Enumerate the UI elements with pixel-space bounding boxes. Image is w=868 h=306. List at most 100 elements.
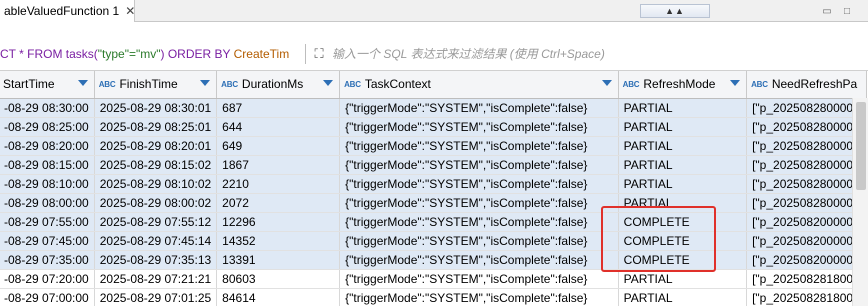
cell-starttime[interactable]: -08-29 07:35:00: [0, 250, 95, 270]
cell-starttime[interactable]: -08-29 08:15:00: [0, 155, 95, 175]
text-type-icon: ABC: [622, 79, 640, 89]
cell-durationms[interactable]: 80603: [216, 269, 341, 289]
cell-durationms[interactable]: 687: [216, 98, 341, 118]
cell-starttime[interactable]: -08-29 08:25:00: [0, 117, 95, 137]
cell-taskcontext[interactable]: {"triggerMode":"SYSTEM","isComplete":fal…: [339, 117, 619, 137]
cell-finishtime[interactable]: 2025-08-29 08:10:02: [94, 174, 218, 194]
cell-taskcontext[interactable]: {"triggerMode":"SYSTEM","isComplete":fal…: [339, 155, 619, 175]
cell-refreshmode[interactable]: PARTIAL: [618, 193, 748, 213]
cell-durationms[interactable]: 14352: [216, 231, 341, 251]
table-row[interactable]: -08-29 08:25:00 2025-08-29 08:25:01 644 {"t…: [0, 117, 867, 137]
cell-durationms[interactable]: 1867: [216, 155, 341, 175]
cell-taskcontext[interactable]: {"triggerMode":"SYSTEM","isComplete":fal…: [339, 136, 619, 156]
cell-taskcontext[interactable]: {"triggerMode":"SYSTEM","isComplete":fal…: [339, 231, 619, 251]
table-row[interactable]: -08-29 08:15:00 2025-08-29 08:15:02 1867 {"…: [0, 155, 867, 175]
cell-refreshmode[interactable]: PARTIAL: [618, 174, 748, 194]
cell-starttime[interactable]: -08-29 07:20:00: [0, 269, 95, 289]
cell-taskcontext[interactable]: {"triggerMode":"SYSTEM","isComplete":fal…: [339, 174, 619, 194]
filter-dropdown-icon[interactable]: [601, 80, 612, 86]
cell-finishtime[interactable]: 2025-08-29 08:15:02: [94, 155, 218, 175]
cell-durationms[interactable]: 649: [216, 136, 341, 156]
cell-refreshmode[interactable]: PARTIAL: [618, 155, 748, 175]
column-header-taskcontext[interactable]: ABC TaskContext: [339, 71, 619, 99]
filter-dropdown-icon[interactable]: [730, 80, 741, 86]
cell-taskcontext[interactable]: {"triggerMode":"SYSTEM","isComplete":fal…: [339, 212, 619, 232]
cell-taskcontext[interactable]: {"triggerMode":"SYSTEM","isComplete":fal…: [339, 250, 619, 270]
cell-refreshmode[interactable]: PARTIAL: [618, 117, 748, 137]
result-tab[interactable]: ableValuedFunction 1 ✕: [0, 0, 135, 22]
cell-needrefreshpa[interactable]: ["p_2025082000000: [746, 231, 867, 251]
cell-starttime[interactable]: -08-29 08:30:00: [0, 98, 95, 118]
sql-text-2: "type"="mv": [97, 47, 161, 61]
expand-icon[interactable]: ⛶: [310, 45, 328, 63]
cell-refreshmode[interactable]: PARTIAL: [618, 288, 748, 306]
cell-finishtime[interactable]: 2025-08-29 08:25:01: [94, 117, 218, 137]
cell-refreshmode[interactable]: COMPLETE: [618, 250, 748, 270]
column-header-refreshmode[interactable]: ABC RefreshMode: [618, 71, 748, 99]
cell-needrefreshpa[interactable]: ["p_2025082800000: [746, 98, 867, 118]
column-header-finishtime[interactable]: ABC FinishTime: [94, 71, 218, 99]
cell-needrefreshpa[interactable]: ["p_2025082000000: [746, 250, 867, 270]
cell-durationms[interactable]: 84614: [216, 288, 341, 306]
cell-durationms[interactable]: 13391: [216, 250, 341, 270]
cell-finishtime[interactable]: 2025-08-29 08:00:02: [94, 193, 218, 213]
cell-needrefreshpa[interactable]: ["p_2025082800000: [746, 117, 867, 137]
cell-taskcontext[interactable]: {"triggerMode":"SYSTEM","isComplete":fal…: [339, 193, 619, 213]
vertical-scrollbar[interactable]: [852, 98, 868, 306]
cell-durationms[interactable]: 2210: [216, 174, 341, 194]
cell-needrefreshpa[interactable]: ["p_2025082800000: [746, 193, 867, 213]
cell-starttime[interactable]: -08-29 08:00:00: [0, 193, 95, 213]
column-header-durationms[interactable]: ABC DurationMs: [216, 71, 341, 99]
cell-finishtime[interactable]: 2025-08-29 07:21:21: [94, 269, 218, 289]
cell-starttime[interactable]: -08-29 07:55:00: [0, 212, 95, 232]
cell-starttime[interactable]: -08-29 07:00:00: [0, 288, 95, 306]
cell-needrefreshpa[interactable]: ["p_2025082818000: [746, 269, 867, 289]
minimize-icon[interactable]: ▭: [820, 4, 834, 18]
table-row[interactable]: -08-29 07:00:00 2025-08-29 07:01:25 84614{…: [0, 288, 867, 306]
cell-durationms[interactable]: 644: [216, 117, 341, 137]
scrollbar-thumb[interactable]: [856, 102, 866, 190]
table-row[interactable]: -08-29 08:20:00 2025-08-29 08:20:01 649 {"t…: [0, 136, 867, 156]
filter-dropdown-icon[interactable]: [323, 80, 334, 86]
cell-needrefreshpa[interactable]: ["p_2025082800000: [746, 155, 867, 175]
cell-starttime[interactable]: -08-29 08:20:00: [0, 136, 95, 156]
cell-taskcontext[interactable]: {"triggerMode":"SYSTEM","isComplete":fal…: [339, 98, 619, 118]
cell-needrefreshpa[interactable]: ["p_2025082800000: [746, 174, 867, 194]
cell-taskcontext[interactable]: {"triggerMode":"SYSTEM","isComplete":fal…: [339, 269, 619, 289]
cell-finishtime[interactable]: 2025-08-29 07:55:12: [94, 212, 218, 232]
cell-finishtime[interactable]: 2025-08-29 07:45:14: [94, 231, 218, 251]
column-header-starttime[interactable]: StartTime: [0, 71, 95, 99]
table-row[interactable]: -08-29 08:30:00 2025-08-29 08:30:01 687 {"t…: [0, 98, 867, 118]
table-row[interactable]: -08-29 07:35:00 2025-08-29 07:35:13 13391{…: [0, 250, 867, 270]
cell-refreshmode[interactable]: PARTIAL: [618, 98, 748, 118]
cell-finishtime[interactable]: 2025-08-29 08:30:01: [94, 98, 218, 118]
filter-dropdown-icon[interactable]: [77, 80, 88, 86]
cell-refreshmode[interactable]: PARTIAL: [618, 136, 748, 156]
cell-needrefreshpa[interactable]: ["p_2025082800000: [746, 136, 867, 156]
cell-starttime[interactable]: -08-29 08:10:00: [0, 174, 95, 194]
cell-finishtime[interactable]: 2025-08-29 07:35:13: [94, 250, 218, 270]
cell-durationms[interactable]: 2072: [216, 193, 341, 213]
table-row[interactable]: -08-29 08:10:00 2025-08-29 08:10:02 2210 {"…: [0, 174, 867, 194]
sql-query-text[interactable]: CT * FROM tasks("type"="mv") ORDER BY Cr…: [0, 47, 305, 61]
cell-starttime[interactable]: -08-29 07:45:00: [0, 231, 95, 251]
panel-toggle-button[interactable]: ▲▲: [640, 4, 710, 18]
table-row[interactable]: -08-29 08:00:00 2025-08-29 08:00:02 2072 {"…: [0, 193, 867, 213]
cell-taskcontext[interactable]: {"triggerMode":"SYSTEM","isComplete":fal…: [339, 288, 619, 306]
close-icon[interactable]: ✕: [125, 4, 135, 18]
filter-input[interactable]: [332, 44, 852, 64]
cell-refreshmode[interactable]: COMPLETE: [618, 212, 748, 232]
filter-dropdown-icon[interactable]: [200, 80, 211, 86]
cell-durationms[interactable]: 12296: [216, 212, 341, 232]
cell-refreshmode[interactable]: PARTIAL: [618, 269, 748, 289]
table-row[interactable]: -08-29 07:20:00 2025-08-29 07:21:21 80603{…: [0, 269, 867, 289]
cell-refreshmode[interactable]: COMPLETE: [618, 231, 748, 251]
table-row[interactable]: -08-29 07:55:00 2025-08-29 07:55:12 12296{…: [0, 212, 867, 232]
table-row[interactable]: -08-29 07:45:00 2025-08-29 07:45:14 14352{…: [0, 231, 867, 251]
column-header-needrefreshpa[interactable]: ABC NeedRefreshPa: [746, 71, 867, 99]
cell-finishtime[interactable]: 2025-08-29 07:01:25: [94, 288, 218, 306]
cell-needrefreshpa[interactable]: ["p_2025082818000: [746, 288, 867, 306]
cell-needrefreshpa[interactable]: ["p_2025082000000: [746, 212, 867, 232]
cell-finishtime[interactable]: 2025-08-29 08:20:01: [94, 136, 218, 156]
maximize-icon[interactable]: □: [840, 4, 854, 18]
